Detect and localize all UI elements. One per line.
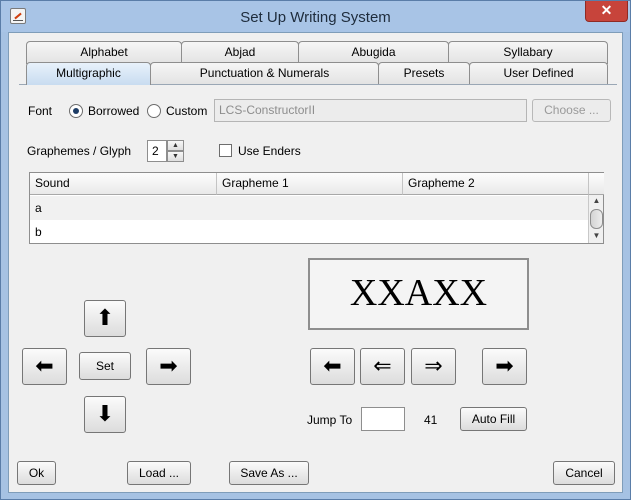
graphemes-per-glyph-label: Graphemes / Glyph xyxy=(27,144,132,158)
table-scrollbar[interactable]: ▲ ▼ xyxy=(588,195,603,243)
choose-font-button[interactable]: Choose ... xyxy=(532,99,611,122)
custom-radio[interactable] xyxy=(147,104,161,118)
auto-fill-button[interactable]: Auto Fill xyxy=(460,407,527,431)
first-glyph-button[interactable]: ⬅ xyxy=(310,348,355,385)
save-as-button[interactable]: Save As ... xyxy=(229,461,309,485)
glyph-count: 41 xyxy=(424,413,438,427)
use-enders-label[interactable]: Use Enders xyxy=(238,144,301,158)
move-down-button[interactable]: ⬇ xyxy=(84,396,126,433)
tab-multigraphic[interactable]: Multigraphic xyxy=(26,62,151,85)
previous-glyph-button[interactable]: ⇐ xyxy=(360,348,405,385)
graphemes-spinner-value[interactable]: 2 xyxy=(147,140,167,162)
borrowed-label[interactable]: Borrowed xyxy=(88,104,139,118)
tab-abjad[interactable]: Abjad xyxy=(181,41,299,64)
window-title: Set Up Writing System xyxy=(240,9,391,26)
move-up-button[interactable]: ⬆ xyxy=(84,300,126,337)
set-button[interactable]: Set xyxy=(79,352,131,380)
spinner-up-button[interactable]: ▲ xyxy=(167,140,184,151)
cancel-button[interactable]: Cancel xyxy=(553,461,615,485)
table-row[interactable]: b xyxy=(30,220,588,244)
scroll-up-arrow-icon[interactable]: ▲ xyxy=(589,195,604,207)
tab-syllabary[interactable]: Syllabary xyxy=(448,41,608,64)
custom-label[interactable]: Custom xyxy=(166,104,207,118)
ok-button[interactable]: Ok xyxy=(17,461,56,485)
glyph-preview: XXAXX xyxy=(308,258,529,330)
last-glyph-button[interactable]: ➡ xyxy=(482,348,527,385)
sound-grapheme-table: Sound Grapheme 1 Grapheme 2 a b ▲ ▼ xyxy=(29,172,604,244)
font-name-field[interactable]: LCS-ConstructorII xyxy=(214,99,527,122)
move-left-button[interactable]: ⬅ xyxy=(22,348,67,385)
tab-presets[interactable]: Presets xyxy=(378,62,470,85)
tab-punctuation-numerals[interactable]: Punctuation & Numerals xyxy=(150,62,379,85)
column-header-grapheme-2[interactable]: Grapheme 2 xyxy=(403,173,589,195)
font-label: Font xyxy=(28,104,53,118)
column-header-grapheme-1[interactable]: Grapheme 1 xyxy=(217,173,403,195)
column-header-sound[interactable]: Sound xyxy=(30,173,217,195)
close-button[interactable]: ✕ xyxy=(585,1,628,22)
tab-abugida[interactable]: Abugida xyxy=(298,41,449,64)
column-header-corner xyxy=(589,173,604,195)
scroll-thumb[interactable] xyxy=(590,209,603,229)
tab-user-defined[interactable]: User Defined xyxy=(469,62,608,85)
table-row[interactable]: a xyxy=(30,196,588,220)
spinner-down-button[interactable]: ▼ xyxy=(167,151,184,162)
tab-alphabet[interactable]: Alphabet xyxy=(26,41,182,64)
scroll-down-arrow-icon[interactable]: ▼ xyxy=(589,230,604,242)
jump-to-label: Jump To xyxy=(307,413,353,427)
next-glyph-button[interactable]: ⇒ xyxy=(411,348,456,385)
title-bar[interactable]: Set Up Writing System ✕ xyxy=(1,1,630,32)
move-right-button[interactable]: ➡ xyxy=(146,348,191,385)
jump-to-input[interactable] xyxy=(361,407,405,431)
use-enders-checkbox[interactable] xyxy=(219,144,232,157)
borrowed-radio[interactable] xyxy=(69,104,83,118)
dialog-window: Set Up Writing System ✕ Alphabet Abjad A… xyxy=(0,0,631,500)
load-button[interactable]: Load ... xyxy=(127,461,191,485)
